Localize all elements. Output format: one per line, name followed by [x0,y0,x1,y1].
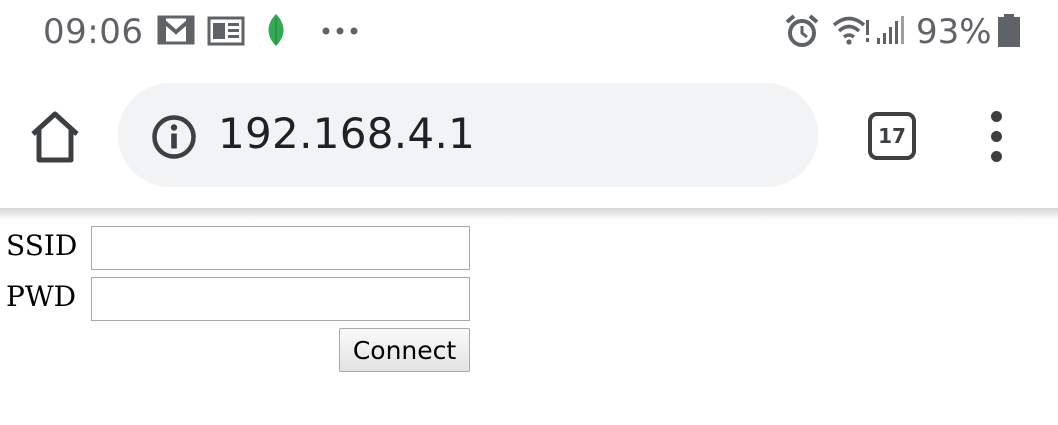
menu-dot [991,111,1002,122]
menu-dot [991,131,1002,142]
home-icon[interactable] [26,108,84,166]
leaf-app-icon [268,14,284,46]
status-time: 09:06 [43,12,144,52]
menu-dot [991,151,1002,162]
more-notifications-icon [322,27,358,35]
pwd-input[interactable] [91,277,470,321]
url-text: 192.168.4.1 [218,109,476,158]
battery-percent: 93% [916,12,992,52]
tab-switcher-button[interactable]: 17 [868,112,916,160]
status-bar: 09:06 93% [0,0,1058,66]
connect-button[interactable]: Connect [339,328,470,372]
ssid-label: SSID [6,229,78,262]
info-icon[interactable] [151,114,197,160]
toolbar-shadow [0,208,1058,220]
ssid-input[interactable] [91,226,470,270]
cell-signal-icon [877,16,904,44]
menu-icon[interactable] [980,111,1014,163]
gmail-icon [157,15,195,45]
browser-toolbar: 192.168.4.1 17 [0,66,1058,208]
battery-icon [998,14,1020,47]
pwd-label: PWD [6,280,77,313]
news-icon [207,16,245,46]
address-bar[interactable]: 192.168.4.1 [118,83,818,187]
alarm-icon [785,14,819,47]
wifi-icon [832,16,869,45]
page-content: SSID PWD Connect [0,220,1058,425]
tab-count: 17 [878,124,906,148]
